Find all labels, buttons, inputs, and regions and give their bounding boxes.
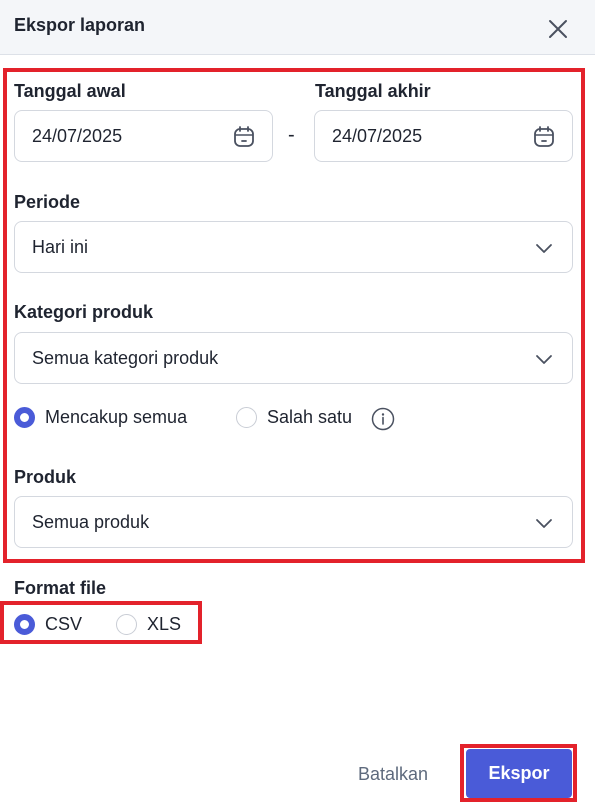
file-format-label: Format file (14, 578, 107, 598)
chevron-down-icon (531, 346, 557, 372)
end-date-label: Tanggal akhir (315, 81, 431, 101)
period-select[interactable]: Hari ini (14, 221, 573, 273)
info-icon[interactable] (371, 407, 395, 431)
calendar-icon[interactable] (231, 124, 257, 150)
calendar-icon[interactable] (531, 124, 557, 150)
chevron-down-icon (531, 235, 557, 261)
start-date-value: 24/07/2025 (32, 126, 123, 146)
category-select[interactable]: Semua kategori produk (14, 332, 573, 384)
period-label: Periode (14, 192, 81, 212)
category-label: Kategori produk (14, 302, 154, 322)
start-date-input[interactable]: 24/07/2025 (14, 110, 273, 162)
product-label: Produk (14, 467, 77, 487)
category-value: Semua kategori produk (32, 348, 219, 368)
radio-unselected-icon (236, 407, 257, 428)
export-button[interactable]: Ekspor (466, 749, 572, 798)
format-csv-label: CSV (45, 614, 83, 634)
match-any-label: Salah satu (267, 407, 353, 427)
cancel-button[interactable]: Batalkan (343, 756, 443, 792)
radio-selected-icon (14, 407, 35, 428)
product-value: Semua produk (32, 512, 150, 532)
end-date-value: 24/07/2025 (332, 126, 423, 146)
product-select[interactable]: Semua produk (14, 496, 573, 548)
match-all-label: Mencakup semua (45, 407, 188, 427)
start-date-label: Tanggal awal (14, 81, 126, 101)
period-value: Hari ini (32, 237, 89, 257)
dialog-title: Ekspor laporan (14, 15, 146, 35)
end-date-input[interactable]: 24/07/2025 (314, 110, 573, 162)
chevron-down-icon (531, 510, 557, 536)
format-xls-label: XLS (147, 614, 182, 634)
radio-unselected-icon (116, 614, 137, 635)
date-separator: - (288, 124, 295, 146)
radio-selected-icon (14, 614, 35, 635)
dialog-header: Ekspor laporan (0, 0, 595, 55)
close-icon[interactable] (545, 16, 571, 42)
